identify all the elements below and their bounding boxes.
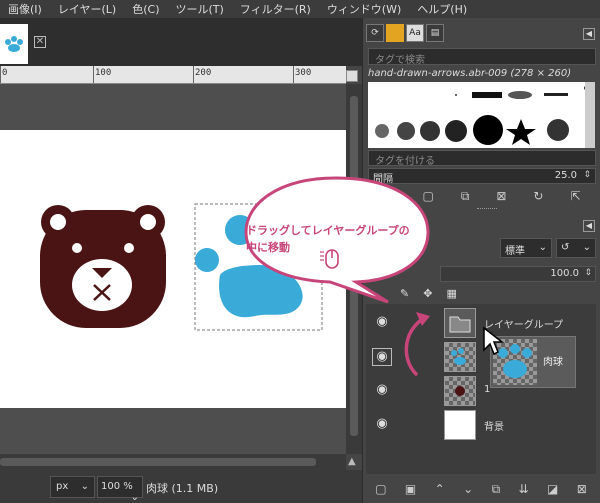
fonts-tab[interactable]: Aa — [406, 24, 424, 42]
ruler-label: 100 — [95, 68, 112, 78]
menu-help[interactable]: ヘルプ(H) — [409, 1, 475, 17]
layer-thumbnail — [444, 342, 476, 372]
tag-search-input[interactable]: タグで検索 — [368, 48, 596, 66]
menu-image[interactable]: 画像(I) — [0, 1, 50, 17]
lower-layer-icon[interactable]: ⌄ — [463, 482, 473, 496]
drag-layer-name: 肉球 — [543, 357, 563, 368]
layers-menu-icon[interactable]: ◀ — [583, 220, 595, 232]
eye-icon[interactable]: ◉ — [372, 314, 392, 332]
callout-line-1: ドラッグしてレイヤーグループの — [246, 224, 410, 237]
chevron-down-icon: ⌄ — [538, 242, 547, 253]
status-text: 肉球 (1.1 MB) — [146, 482, 219, 495]
curved-arrow-icon — [404, 312, 430, 376]
layer-mode-value: 標準 — [505, 246, 525, 257]
layer-thumbnail — [444, 308, 476, 338]
eye-icon[interactable]: ◉ — [372, 416, 392, 434]
image-tab-strip — [0, 18, 362, 66]
layer-mode-select[interactable]: 標準 ⌄ — [500, 238, 552, 258]
horizontal-scrollbar[interactable] — [0, 454, 346, 470]
merge-down-icon[interactable]: ⇊ — [519, 482, 529, 496]
menu-color[interactable]: 色(C) — [124, 1, 167, 17]
mask-icon[interactable]: ◪ — [547, 482, 558, 496]
eye-icon[interactable]: ◉ — [372, 382, 392, 400]
close-icon[interactable]: ✕ — [34, 36, 46, 48]
opacity-slider[interactable]: 100.0 ⇕ — [440, 266, 596, 282]
paw-image — [195, 248, 219, 272]
lock-alpha-icon[interactable]: ▦ — [446, 287, 456, 301]
layer-name[interactable]: 背景 — [484, 418, 504, 433]
dock-tabs: ⟳ Aa ▤ — [366, 24, 444, 44]
menu-tools[interactable]: ツール(T) — [167, 1, 231, 17]
new-group-icon[interactable]: ▣ — [405, 482, 416, 496]
duplicate-brush-icon[interactable]: ⧉ — [461, 189, 470, 204]
document-tab[interactable]: ▤ — [426, 24, 444, 42]
brushes-tab[interactable]: ⟳ — [366, 24, 384, 42]
layers-actions: ▢ ▣ ⌃ ⌄ ⧉ ⇊ ◪ ⊠ — [366, 478, 596, 500]
tag-attach-input[interactable]: タグを付ける — [368, 150, 596, 167]
callout-text: ドラッグしてレイヤーグループの 中に移動 — [246, 222, 426, 256]
chevron-down-icon: ⌄ — [80, 481, 89, 492]
brush-title: hand-drawn-arrows.abr-009 (278 × 260) — [368, 68, 572, 79]
zoom-toggle-button[interactable] — [346, 70, 358, 82]
chevron-down-icon: ⌄ — [130, 492, 139, 503]
navigate-icon[interactable]: ▲ — [348, 456, 360, 468]
menu-filters[interactable]: フィルター(R) — [232, 1, 319, 17]
refresh-brush-icon[interactable]: ↻ — [533, 189, 543, 203]
open-brush-icon[interactable]: ⇱ — [570, 189, 580, 203]
new-layer-icon[interactable]: ▢ — [375, 482, 386, 496]
zoom-value: 100 % — [101, 481, 133, 492]
horizontal-ruler: 0 100 200 300 — [0, 66, 346, 84]
chevron-down-icon: ⌄ — [582, 242, 591, 253]
spinner-icon[interactable]: ⇕ — [584, 268, 592, 278]
unit-value: px — [56, 481, 69, 492]
menu-bar: 画像(I) レイヤー(L) 色(C) ツール(T) フィルター(R) ウィンドウ… — [0, 0, 600, 18]
callout-line-2: 中に移動 — [246, 241, 290, 254]
unit-select[interactable]: px ⌄ — [50, 476, 95, 498]
image-tab-thumbnail[interactable] — [0, 24, 28, 64]
raise-layer-icon[interactable]: ⌃ — [435, 482, 445, 496]
zoom-select[interactable]: 100 % ⌄ — [97, 476, 143, 503]
spacing-value: 25.0 — [554, 170, 577, 181]
layer-thumbnail — [444, 376, 476, 406]
menu-layer[interactable]: レイヤー(L) — [50, 1, 124, 17]
ruler-label: 0 — [2, 68, 8, 78]
layer-thumbnail — [444, 410, 476, 440]
cursor-icon — [483, 326, 505, 356]
ruler-label: 200 — [195, 68, 212, 78]
dock-separator[interactable] — [477, 208, 497, 210]
brush-grid[interactable] — [368, 82, 594, 148]
layer-row[interactable]: ◉ 背景 — [366, 408, 596, 442]
delete-layer-icon[interactable]: ⊠ — [577, 482, 587, 496]
dock-menu-icon[interactable]: ◀ — [583, 28, 595, 40]
delete-brush-icon[interactable]: ⊠ — [496, 189, 506, 203]
duplicate-layer-icon[interactable]: ⧉ — [492, 482, 501, 497]
eye-icon[interactable]: ◉ — [372, 348, 392, 366]
patterns-tab[interactable] — [386, 24, 404, 42]
composite-mode-select[interactable]: ↺ ⌄ — [556, 238, 596, 258]
menu-windows[interactable]: ウィンドウ(W) — [319, 1, 409, 17]
composite-icon: ↺ — [561, 242, 570, 253]
opacity-value: 100.0 — [550, 268, 579, 279]
ruler-label: 300 — [295, 68, 312, 78]
brush-scrollbar[interactable] — [585, 82, 595, 148]
spinner-icon[interactable]: ⇕ — [583, 170, 591, 180]
